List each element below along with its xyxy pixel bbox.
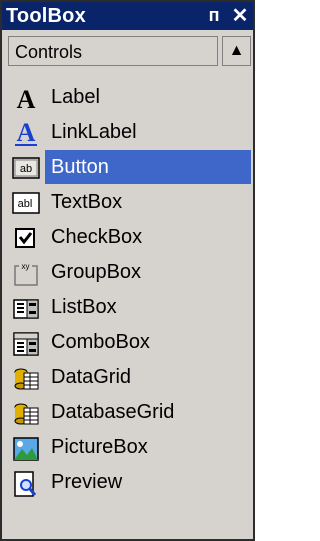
toolbox-item-databasegrid[interactable]: DatabaseGrid: [8, 395, 251, 430]
controls-section-header: Controls ▲: [8, 36, 251, 68]
item-label: CheckBox: [51, 226, 143, 248]
combobox-icon: [13, 332, 39, 356]
close-icon: ✕: [231, 4, 249, 27]
toolbox-item-list: A Label A LinkLabel ab Button abl TextBo…: [8, 80, 251, 540]
linklabel-icon: A: [15, 120, 37, 147]
groupbox-icon: xy: [14, 262, 38, 286]
datagrid-icon: [14, 368, 39, 390]
item-label: ListBox: [51, 296, 117, 318]
preview-icon: [14, 471, 37, 497]
toolbox-item-listbox[interactable]: ListBox: [8, 290, 251, 325]
button-icon: ab: [12, 157, 40, 179]
databasegrid-icon: [14, 403, 39, 425]
toolbox-item-datagrid[interactable]: DataGrid: [8, 360, 251, 395]
pin-icon: ᴨ: [208, 4, 220, 25]
svg-text:abl: abl: [18, 198, 33, 210]
triangle-up-icon: ▲: [228, 42, 245, 59]
scroll-up-button[interactable]: ▲: [222, 36, 251, 66]
svg-text:ab: ab: [20, 163, 32, 175]
item-label: LinkLabel: [51, 121, 137, 143]
item-label: DataGrid: [51, 366, 132, 388]
window-title: ToolBox: [6, 5, 86, 27]
picturebox-icon: [13, 437, 39, 461]
item-label: Preview: [51, 471, 123, 493]
pin-button[interactable]: ᴨ: [203, 4, 225, 26]
toolbox-item-textbox[interactable]: abl TextBox: [8, 185, 251, 220]
item-label: ComboBox: [51, 331, 150, 353]
toolbox-window: ToolBox ᴨ ✕ Controls ▲ A Label A LinkLab…: [0, 0, 255, 541]
item-label: GroupBox: [51, 261, 142, 283]
item-label: PictureBox: [51, 436, 148, 458]
toolbox-item-label[interactable]: A Label: [8, 80, 251, 115]
textbox-icon: abl: [12, 192, 40, 214]
item-label: Button: [51, 156, 109, 178]
toolbox-item-linklabel[interactable]: A LinkLabel: [8, 115, 251, 150]
checkbox-icon: [15, 228, 35, 248]
toolbox-item-checkbox[interactable]: CheckBox: [8, 220, 251, 255]
section-label: Controls: [15, 42, 83, 62]
toolbox-item-combobox[interactable]: ComboBox: [8, 325, 251, 360]
toolbox-item-groupbox[interactable]: xy GroupBox: [8, 255, 251, 290]
item-label: Label: [51, 86, 100, 108]
toolbox-titlebar[interactable]: ToolBox ᴨ ✕: [2, 2, 253, 30]
svg-text:xy: xy: [22, 262, 30, 271]
toolbox-item-preview[interactable]: Preview: [8, 465, 251, 500]
toolbox-item-button[interactable]: ab Button: [8, 150, 251, 185]
svg-text:A: A: [17, 120, 36, 147]
controls-section-tab[interactable]: Controls: [8, 36, 218, 66]
label-icon: A: [17, 85, 36, 113]
item-label: DatabaseGrid: [51, 401, 175, 423]
listbox-icon: [13, 299, 39, 319]
toolbox-item-picturebox[interactable]: PictureBox: [8, 430, 251, 465]
close-button[interactable]: ✕: [229, 4, 251, 27]
item-label: TextBox: [51, 191, 123, 213]
svg-text:A: A: [17, 85, 36, 113]
